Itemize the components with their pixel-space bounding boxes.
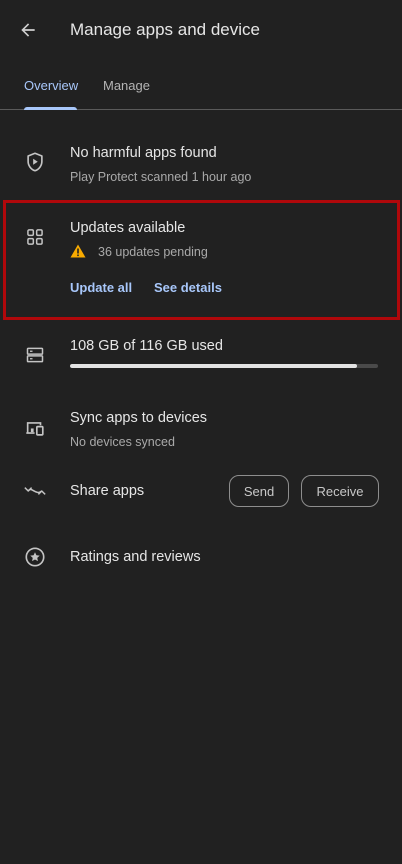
updates-available-title[interactable]: Updates available <box>70 220 185 236</box>
ratings-reviews-title[interactable]: Ratings and reviews <box>70 549 201 565</box>
tab-overview[interactable]: Overview <box>24 78 78 93</box>
protect-status-subtitle: Play Protect scanned 1 hour ago <box>70 170 252 184</box>
storage-icon <box>24 344 46 366</box>
sync-status: No devices synced <box>70 435 175 449</box>
see-details-button[interactable]: See details <box>154 280 222 295</box>
tab-bar: Overview Manage <box>0 62 402 110</box>
receive-button[interactable]: Receive <box>301 475 379 507</box>
play-protect-shield-icon <box>24 151 46 173</box>
storage-usage-title[interactable]: 108 GB of 116 GB used <box>70 338 223 354</box>
top-app-bar: Manage apps and device <box>0 0 402 62</box>
send-button[interactable]: Send <box>229 475 289 507</box>
sync-apps-title[interactable]: Sync apps to devices <box>70 410 207 426</box>
manage-apps-screen: Manage apps and device Overview Manage N… <box>0 0 402 864</box>
star-circle-icon <box>24 546 46 568</box>
active-tab-indicator <box>24 107 77 110</box>
share-apps-title: Share apps <box>70 483 145 499</box>
updates-available-highlight <box>3 200 400 320</box>
page-title: Manage apps and device <box>70 20 260 39</box>
update-all-button[interactable]: Update all <box>70 280 132 295</box>
back-arrow-icon <box>21 23 35 37</box>
updates-pending-count: 36 updates pending <box>98 245 208 259</box>
share-arrows-icon <box>24 480 46 502</box>
devices-icon <box>24 417 46 439</box>
storage-usage-bar <box>70 364 378 368</box>
back-button[interactable] <box>12 14 44 46</box>
tab-manage[interactable]: Manage <box>103 78 150 93</box>
apps-grid-icon <box>24 226 46 248</box>
storage-usage-fill <box>70 364 357 368</box>
warning-icon <box>70 244 86 258</box>
protect-status-title[interactable]: No harmful apps found <box>70 145 217 161</box>
